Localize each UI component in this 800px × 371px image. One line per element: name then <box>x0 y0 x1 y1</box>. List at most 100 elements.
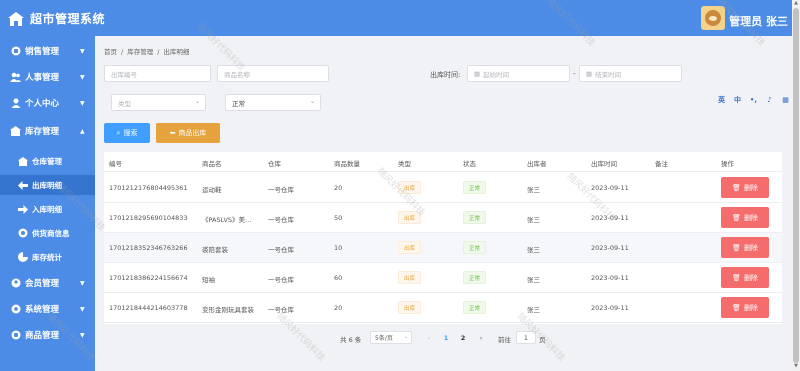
delete-button[interactable]: 🗑 删除 <box>721 297 769 318</box>
warehouse-icon <box>18 156 28 166</box>
next-page-button[interactable]: › <box>476 331 486 344</box>
calendar-icon: ▦ <box>586 69 593 78</box>
arrow-right-icon <box>18 204 28 214</box>
prev-page-button[interactable]: ‹ <box>424 331 434 344</box>
user-menu[interactable]: 管理员 张三 <box>701 6 788 30</box>
start-date-placeholder: 起始时间 <box>483 70 510 79</box>
avatar[interactable] <box>701 6 726 30</box>
user-name[interactable]: 管理员 张三 <box>729 13 788 29</box>
cell-name: 《PASLVS》美... <box>202 216 252 224</box>
sidebar-subitem-label: 供货商信息 <box>32 228 70 238</box>
breadcrumb-inventory[interactable]: 库存管理 <box>127 48 153 56</box>
trash-icon: 🗑 <box>732 273 741 282</box>
outbound-button[interactable]: ⬅ 商品出库 <box>156 123 220 143</box>
type-placeholder: 类型 <box>118 99 131 108</box>
page-1-button[interactable]: 1 <box>441 331 451 344</box>
time-label: 出库时间: <box>430 71 461 79</box>
cell-time: 2023-09-11 <box>591 214 629 222</box>
status-tag: 正常 <box>463 271 487 284</box>
sidebar-subitem-label: 库存统计 <box>32 252 62 262</box>
cell-user: 张三 <box>527 306 540 314</box>
sidebar-subitem-outbound[interactable]: 出库明细 <box>0 175 95 195</box>
breadcrumb-separator: / <box>157 48 160 56</box>
chart-icon <box>18 252 28 262</box>
sidebar-item-sales[interactable]: 销售管理 ▼ <box>0 40 95 62</box>
search-button[interactable]: ⌕ 搜索 <box>104 123 150 143</box>
cell-qty: 10 <box>334 244 343 252</box>
scroll-up-icon[interactable]: ▲ <box>793 0 799 6</box>
column-header: 仓库 <box>268 160 281 168</box>
order-id-placeholder: 出库编号 <box>111 70 137 79</box>
cell-id: 1701218295690104833 <box>109 214 188 222</box>
sidebar-item-profile[interactable]: 个人中心 ▼ <box>0 92 95 114</box>
scroll-down-icon[interactable]: ▼ <box>793 363 799 369</box>
sidebar-subitem-label: 入库明细 <box>32 204 62 214</box>
chevron-down-icon: ⌄ <box>309 98 315 105</box>
sidebar-subitem-warehouse[interactable]: 仓库管理 <box>0 151 95 171</box>
column-header: 出库者 <box>527 160 547 168</box>
type-tag: 出库 <box>398 211 422 224</box>
chinese-icon[interactable]: 中 <box>732 94 743 105</box>
cell-user: 张三 <box>527 276 540 284</box>
delete-button[interactable]: 🗑 删除 <box>721 177 769 198</box>
microphone-icon[interactable]: ♪ <box>764 94 775 105</box>
cell-time: 2023-09-11 <box>591 184 629 192</box>
cell-name: 短袖 <box>202 276 215 284</box>
goto-page-input[interactable]: 1 <box>516 331 536 344</box>
store-icon <box>10 126 21 137</box>
column-header: 类型 <box>398 160 411 168</box>
start-date-input[interactable]: ▦ 起始时间 <box>467 65 570 82</box>
logo[interactable]: 超市管理系统 <box>8 10 105 27</box>
page-scrollbar[interactable]: ▲ ▼ <box>792 0 800 371</box>
punctuation-icon[interactable]: •, <box>748 94 759 105</box>
delete-button-label: 删除 <box>743 303 758 312</box>
page-2-button[interactable]: 2 <box>458 331 468 344</box>
table-header: 编号 商品名 仓库 商品数量 类型 状态 出库者 出库时间 备注 操作 <box>104 152 782 172</box>
date-separator: - <box>573 70 576 78</box>
sidebar-item-system[interactable]: 系统管理 ▼ <box>0 298 95 320</box>
cell-warehouse: 一号仓库 <box>268 306 294 314</box>
delete-button[interactable]: 🗑 删除 <box>721 237 769 258</box>
sidebar-item-label: 会员管理 <box>25 279 60 289</box>
calendar-icon: ▦ <box>474 69 481 78</box>
app-title: 超市管理系统 <box>30 12 106 26</box>
sidebar-item-label: 系统管理 <box>25 305 60 315</box>
order-id-input[interactable]: 出库编号 <box>104 65 211 82</box>
chevron-up-icon: ▲ <box>80 127 85 135</box>
breadcrumb-home[interactable]: 首页 <box>104 48 117 56</box>
chevron-down-icon: ⌄ <box>403 334 408 340</box>
column-header: 状态 <box>463 160 476 168</box>
delete-button[interactable]: 🗑 删除 <box>721 267 769 288</box>
type-select[interactable]: 类型 ⌄ <box>111 94 206 111</box>
type-tag: 出库 <box>398 181 422 194</box>
delete-button[interactable]: 🗑 删除 <box>721 207 769 228</box>
sidebar-item-inventory[interactable]: 库存管理 ▲ <box>0 120 95 142</box>
chevron-down-icon: ▼ <box>80 279 85 287</box>
cell-warehouse: 一号仓库 <box>268 276 294 284</box>
app-header: 超市管理系统 管理员 张三 <box>0 0 800 36</box>
arrow-left-icon: ⬅ <box>169 129 176 137</box>
sidebar-subitem-inbound[interactable]: 入库明细 <box>0 199 95 219</box>
breadcrumb: 首页 / 库存管理 / 出库明细 <box>104 46 193 56</box>
scrollbar-thumb[interactable] <box>793 8 799 363</box>
sidebar-item-members[interactable]: 会员管理 ▼ <box>0 272 95 294</box>
status-select[interactable]: 正常 ⌄ <box>225 94 321 111</box>
cell-id: 1701212176804495361 <box>109 184 188 192</box>
sidebar-item-label: 人事管理 <box>25 73 60 83</box>
product-name-input[interactable]: 商品名称 <box>217 65 329 82</box>
english-icon[interactable]: 英 <box>716 94 727 105</box>
cell-id: 1701218444214603778 <box>109 304 188 312</box>
sidebar-item-goods[interactable]: 商品管理 ▼ <box>0 324 95 346</box>
keyboard-icon[interactable]: ▦ <box>780 94 791 105</box>
product-name-placeholder: 商品名称 <box>224 70 250 79</box>
sidebar-item-label: 商品管理 <box>25 331 60 341</box>
table-row: 1701218352346763266 裘陪套装 一号仓库 10 出库 正常 张… <box>104 233 782 263</box>
cell-warehouse: 一号仓库 <box>268 246 294 254</box>
sidebar-subitem-stats[interactable]: 库存统计 <box>0 247 95 267</box>
sidebar-item-hr[interactable]: 人事管理 ▼ <box>0 66 95 88</box>
outbound-button-label: 商品出库 <box>178 129 207 137</box>
sidebar-subitem-supplier[interactable]: 供货商信息 <box>0 223 95 243</box>
grid-icon <box>10 46 21 57</box>
page-size-select[interactable]: 5条/页 ⌄ <box>370 331 412 344</box>
end-date-input[interactable]: ▦ 结束时间 <box>579 65 682 82</box>
